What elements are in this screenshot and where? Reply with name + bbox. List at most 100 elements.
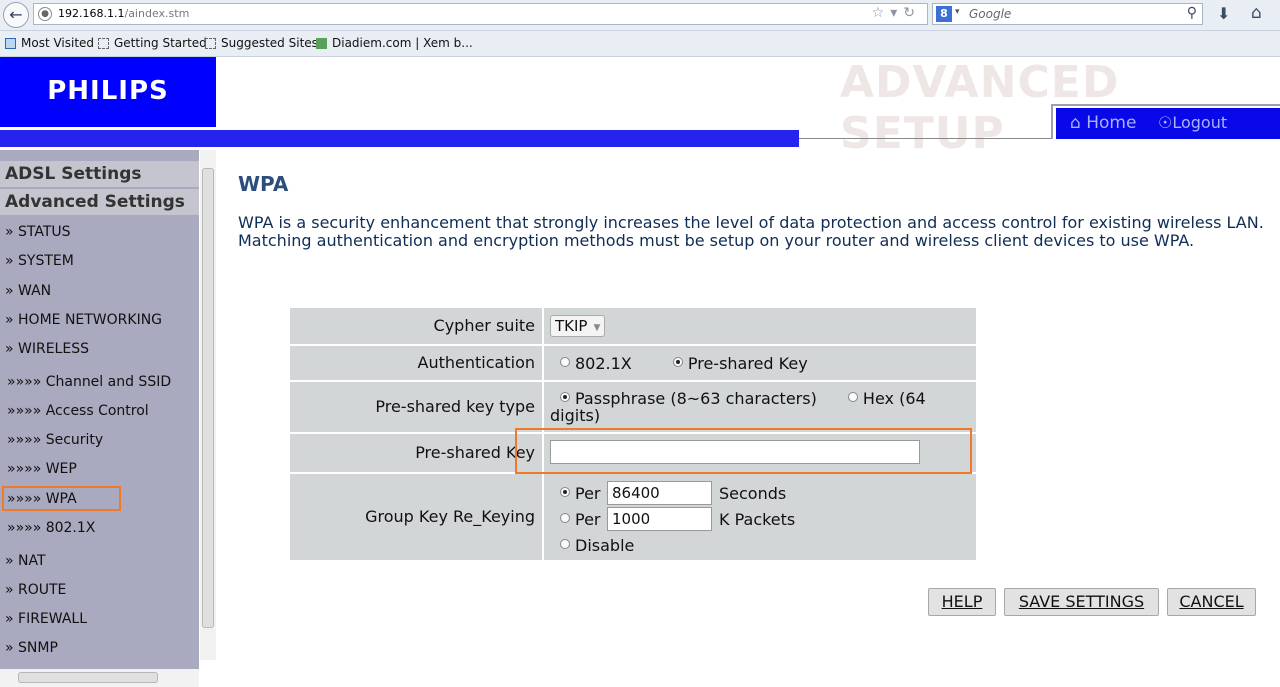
menu-item-route[interactable]: » ROUTE — [5, 582, 66, 598]
download-icon[interactable]: ⬇ — [1217, 4, 1230, 23]
bookmark-diadiem[interactable]: Diadiem.com | Xem b... — [316, 36, 473, 50]
psk-type-passphrase-label: Passphrase (8~63 characters) — [575, 389, 817, 408]
rekey-packets-radio[interactable] — [560, 513, 570, 523]
rekey-packets-input[interactable]: 1000 — [607, 507, 712, 531]
globe-icon: ● — [38, 7, 52, 21]
logo-text: PHILIPS — [47, 76, 169, 106]
search-icon[interactable]: ⚲ — [1187, 5, 1197, 21]
cypher-suite-cell: TKIP ▼ — [544, 308, 976, 344]
bookmark-icon — [5, 38, 16, 49]
menu-adsl-settings[interactable]: ADSL Settings — [0, 161, 199, 187]
menu-item-system[interactable]: » SYSTEM — [5, 253, 74, 269]
cypher-suite-select[interactable]: TKIP ▼ — [550, 315, 606, 337]
psk-type-hex-radio[interactable] — [847, 392, 858, 402]
save-settings-button[interactable]: SAVE SETTINGS — [1004, 588, 1159, 616]
url-path: /aindex.stm — [124, 7, 190, 20]
rekey-seconds-input[interactable]: 86400 — [607, 481, 712, 505]
logout-label: Logout — [1172, 113, 1228, 132]
rekey-packets-option: Per — [560, 510, 601, 529]
menu-item-wireless[interactable]: » WIRELESS — [5, 341, 89, 357]
rekey-disable-label: Disable — [575, 536, 635, 555]
bookmark-label: Suggested Sites — [221, 36, 318, 50]
menu-sub-channel-ssid[interactable]: »»»» Channel and SSID — [7, 374, 171, 390]
rekey-disable-option: Disable — [560, 536, 634, 555]
psk-type-hex-label: Hex (64 — [862, 389, 926, 408]
philips-logo: PHILIPS — [0, 57, 216, 127]
menu-advanced-settings[interactable]: Advanced Settings — [0, 189, 199, 215]
menu-scrollbar-thumb[interactable] — [202, 168, 214, 628]
bookmark-label: Getting Started — [114, 36, 207, 50]
search-bar[interactable]: 8 ▾ Google ⚲ — [932, 3, 1203, 25]
menu-item-home-networking[interactable]: » HOME NETWORKING — [5, 312, 162, 328]
menu-item-status[interactable]: » STATUS — [5, 224, 71, 240]
reload-icon[interactable]: ↻ — [903, 5, 921, 21]
wpa-highlight-box — [2, 486, 121, 511]
site-icon — [316, 38, 327, 49]
chevron-down-icon: ▼ — [593, 323, 601, 333]
cancel-button[interactable]: CANCEL — [1167, 588, 1256, 616]
page-icon — [98, 38, 109, 49]
chevron-down-icon[interactable]: ▾ — [955, 7, 960, 17]
bookmarks-toolbar: Most Visited Getting Started Suggested S… — [0, 31, 1280, 57]
browser-home-icon[interactable]: ⌂ — [1251, 3, 1262, 23]
psk-type-cell: Passphrase (8~63 characters) Hex (64 dig… — [544, 382, 976, 432]
dropdown-icon[interactable]: ▾ — [890, 5, 903, 21]
star-icon[interactable]: ☆ — [872, 5, 891, 21]
home-label: Home — [1086, 113, 1137, 133]
psk-type-hex-label-cont: digits) — [550, 406, 601, 425]
psk-label: Pre-shared Key — [290, 434, 542, 472]
rekey-seconds-unit: Seconds — [719, 484, 787, 503]
menu-sub-wep[interactable]: »»»» WEP — [7, 461, 77, 477]
house-icon: ⌂ — [1070, 113, 1081, 133]
psk-type-label: Pre-shared key type — [290, 382, 542, 432]
menu-horizontal-scrollbar-thumb[interactable] — [18, 672, 158, 683]
menu-item-firewall[interactable]: » FIREWALL — [5, 611, 87, 627]
rekey-cell: Per 86400 Seconds Per 1000 K Packets Dis… — [544, 474, 976, 560]
authentication-cell: 802.1X Pre-shared Key — [544, 346, 976, 380]
menu-item-wan[interactable]: » WAN — [5, 283, 51, 299]
auth-8021x-label: 802.1X — [575, 354, 632, 373]
cypher-suite-value: TKIP — [555, 317, 588, 335]
menu-item-nat[interactable]: » NAT — [5, 553, 46, 569]
authentication-label: Authentication — [290, 346, 542, 380]
menu-sub-security[interactable]: »»»» Security — [7, 432, 103, 448]
power-icon: ☉ — [1158, 113, 1173, 132]
bookmark-label: Most Visited — [21, 36, 95, 50]
header-divider — [0, 130, 799, 147]
url-bar-icons[interactable]: ☆▾↻ — [872, 5, 921, 21]
logout-link[interactable]: ☉Logout — [1158, 113, 1227, 132]
bookmark-label: Diadiem.com | Xem b... — [332, 36, 473, 50]
rekey-label: Group Key Re_Keying — [290, 474, 542, 560]
psk-type-passphrase-radio[interactable] — [560, 392, 570, 402]
sidebar-menu: ADSL Settings Advanced Settings » STATUS… — [0, 150, 199, 687]
menu-sub-access-control[interactable]: »»»» Access Control — [7, 403, 149, 419]
url-host: 192.168.1.1 — [58, 7, 125, 20]
rekey-disable-radio[interactable] — [560, 539, 570, 549]
rekey-per-label: Per — [575, 484, 601, 503]
search-placeholder: Google — [969, 7, 1012, 21]
url-text: 192.168.1.1/aindex.stm — [58, 7, 189, 20]
menu-item-snmp[interactable]: » SNMP — [5, 640, 58, 656]
auth-psk-label: Pre-shared Key — [687, 354, 808, 373]
rekey-per-label: Per — [575, 510, 601, 529]
address-bar[interactable]: ● 192.168.1.1/aindex.stm ☆▾↻ — [33, 3, 928, 25]
home-link[interactable]: ⌂ Home — [1070, 113, 1136, 133]
menu-sub-8021x[interactable]: »»»» 802.1X — [7, 520, 95, 536]
back-arrow-icon[interactable]: ← — [3, 2, 29, 28]
psk-highlight-box — [515, 428, 972, 474]
page-icon — [205, 38, 216, 49]
rekey-seconds-option: Per — [560, 484, 601, 503]
bookmark-suggested-sites[interactable]: Suggested Sites — [205, 36, 318, 50]
rekey-packets-unit: K Packets — [719, 510, 796, 529]
help-button[interactable]: HELP — [928, 588, 996, 616]
cypher-suite-label: Cypher suite — [290, 308, 542, 344]
auth-psk-radio[interactable] — [672, 357, 683, 367]
bookmark-getting-started[interactable]: Getting Started — [98, 36, 207, 50]
rekey-seconds-radio[interactable] — [560, 487, 570, 497]
page-description: WPA is a security enhancement that stron… — [238, 213, 1264, 250]
page-title: WPA — [238, 172, 289, 196]
auth-8021x-radio[interactable] — [560, 357, 570, 367]
header-line — [799, 138, 1051, 139]
google-icon[interactable]: 8 — [936, 6, 952, 22]
bookmark-most-visited[interactable]: Most Visited — [5, 36, 94, 50]
